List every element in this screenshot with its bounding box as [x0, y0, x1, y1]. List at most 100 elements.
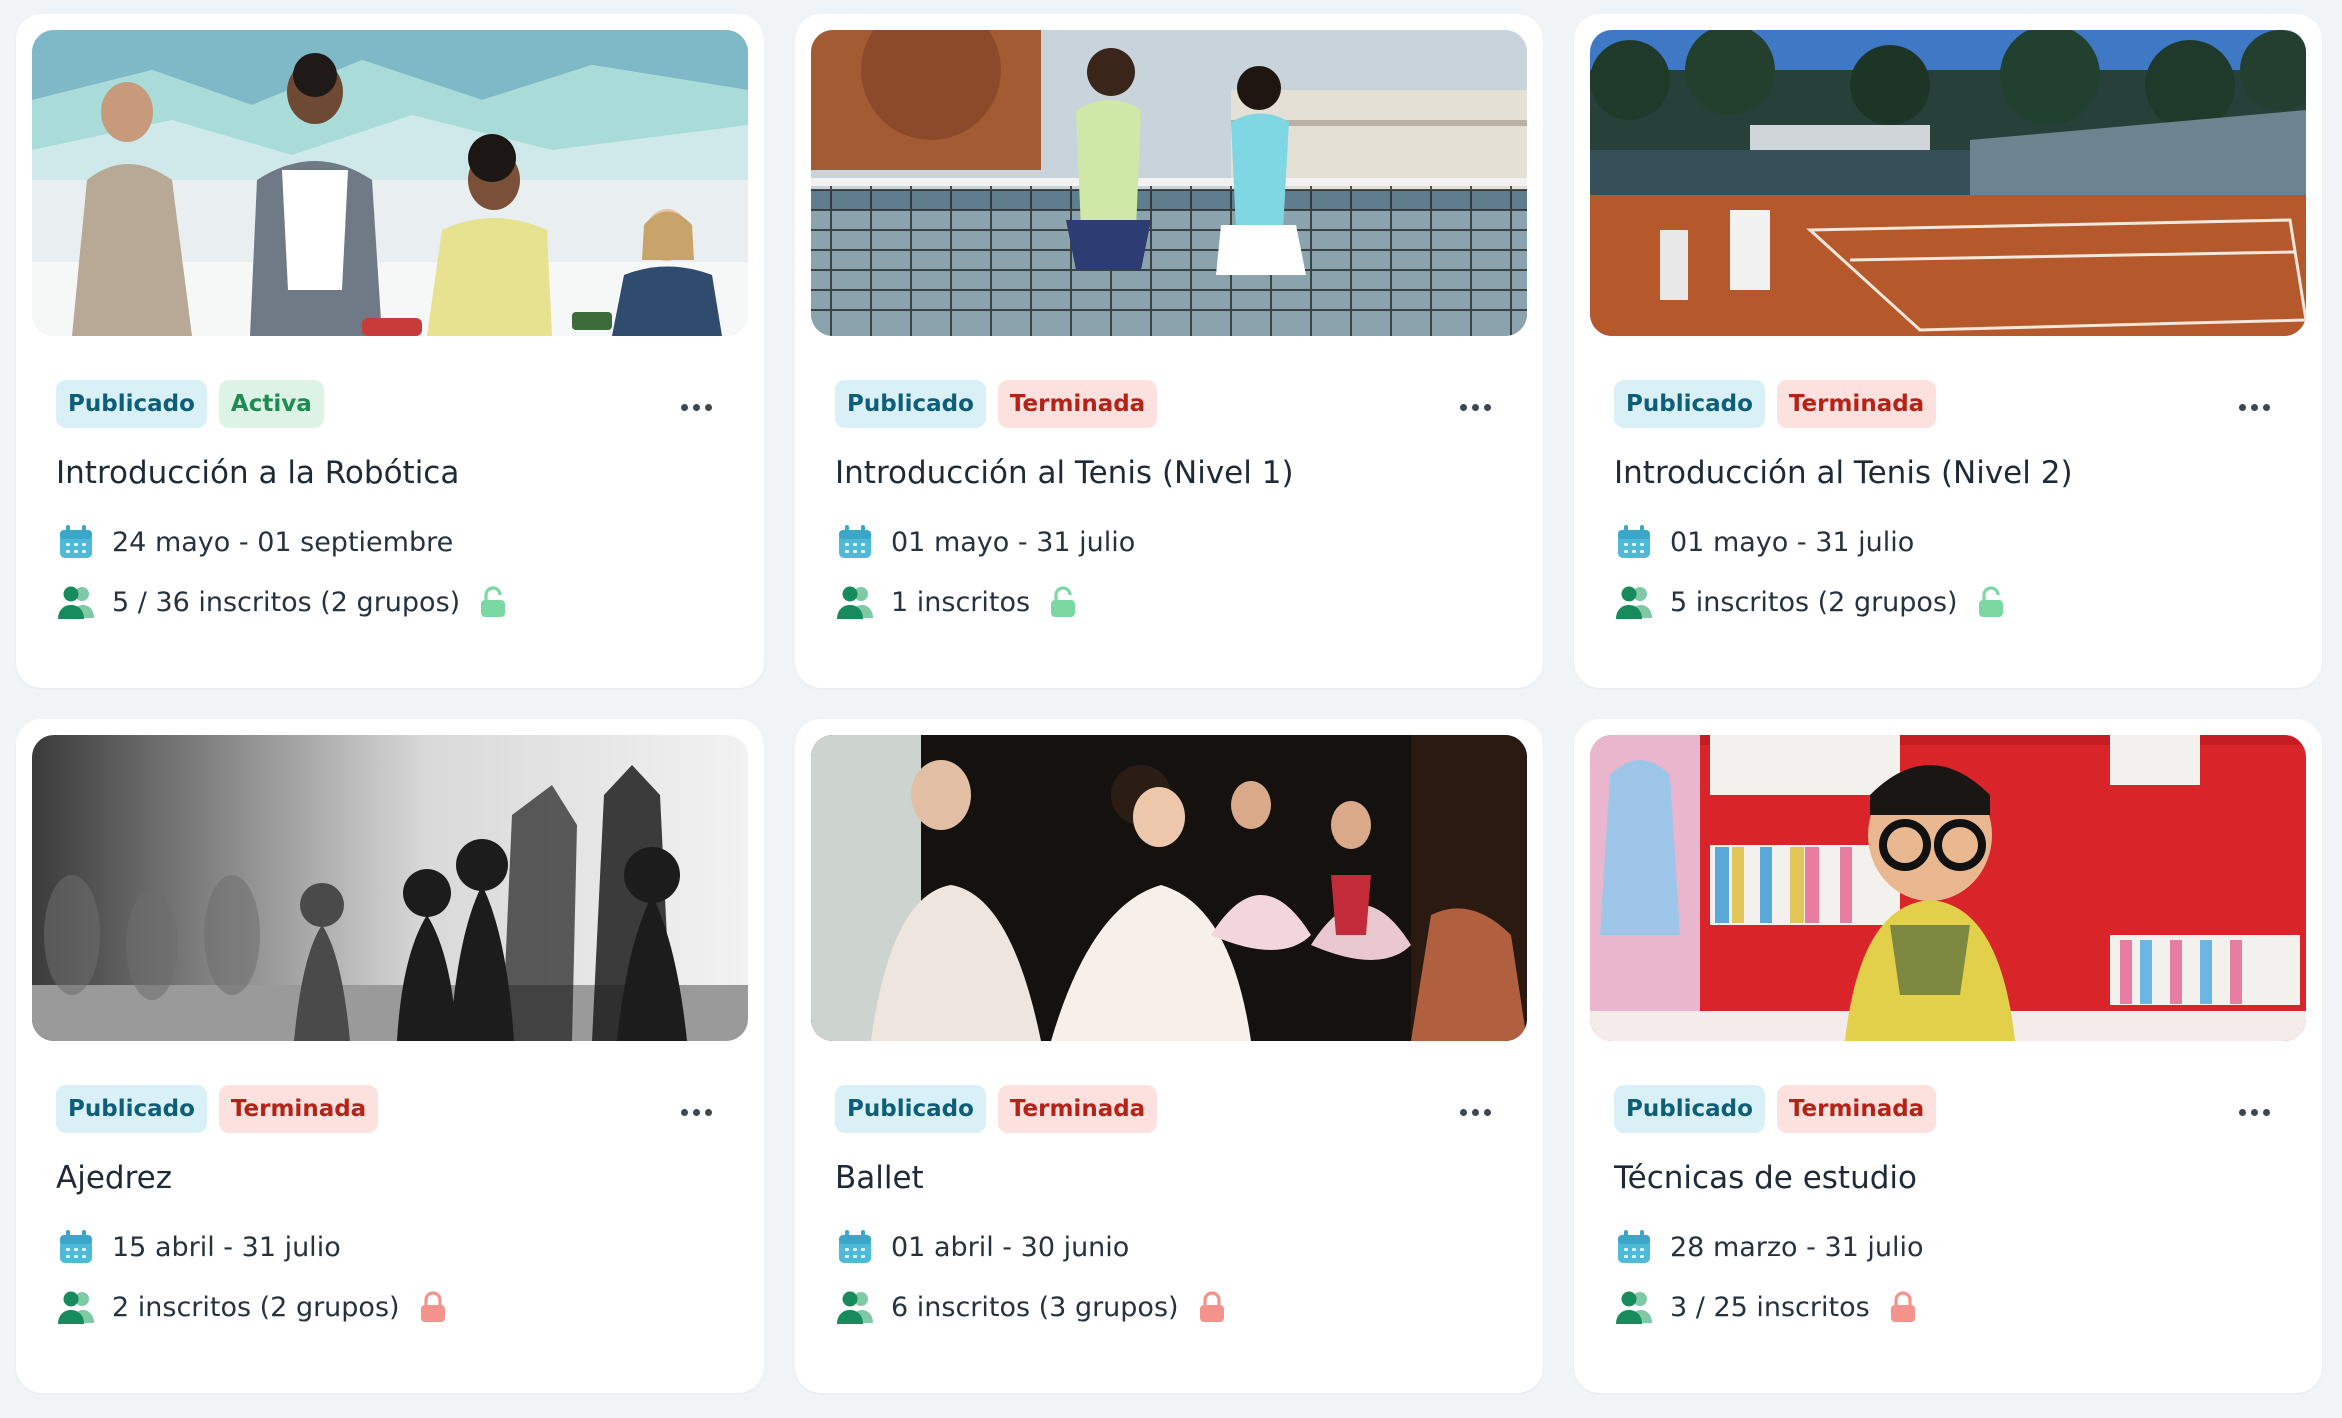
badge-group: Publicado Terminada — [1614, 1085, 1937, 1133]
dot-icon — [704, 1108, 712, 1116]
badge-group: Publicado Terminada — [56, 1085, 379, 1133]
users-icon — [837, 1291, 873, 1324]
dot-icon — [2262, 403, 2270, 411]
enrollment-row: 6 inscritos (3 grupos) — [835, 1287, 1227, 1327]
dot-icon — [1471, 1108, 1479, 1116]
enrollment-row: 5 / 36 inscritos (2 grupos) — [56, 582, 508, 622]
dot-icon — [680, 1108, 688, 1116]
status-badge: Publicado — [56, 380, 207, 428]
course-card-6[interactable]: Publicado Terminada Técnicas de estudio … — [1574, 719, 2322, 1393]
users-icon — [58, 1291, 94, 1324]
status-badge: Publicado — [56, 1085, 207, 1133]
dot-icon — [1459, 1108, 1467, 1116]
dot-icon — [1459, 403, 1467, 411]
date-row: 01 abril - 30 junio — [835, 1227, 1129, 1267]
course-card-3[interactable]: Publicado Terminada Introducción al Teni… — [1574, 14, 2322, 688]
enrollment-row: 5 inscritos (2 grupos) — [1614, 582, 2006, 622]
dot-icon — [1471, 403, 1479, 411]
badge-group: Publicado Terminada — [835, 380, 1158, 428]
badge-group: Publicado Activa — [56, 380, 324, 428]
clay-tennis-court-photo — [1590, 30, 2306, 336]
more-options-button[interactable] — [1447, 1097, 1503, 1127]
enrollment-count: 5 inscritos (2 grupos) — [1670, 586, 1958, 618]
course-dates: 01 mayo - 31 julio — [1670, 526, 1915, 558]
lock-open-icon — [1978, 586, 2003, 617]
course-card-1[interactable]: Publicado Activa Introducción a la Robót… — [16, 14, 764, 688]
calendar-icon — [1618, 1230, 1650, 1263]
date-row: 01 mayo - 31 julio — [1614, 522, 1914, 562]
dot-icon — [704, 403, 712, 411]
enrollment-row: 3 / 25 inscritos — [1614, 1287, 1918, 1327]
state-badge: Terminada — [997, 380, 1158, 428]
enrollment-count: 2 inscritos (2 grupos) — [112, 1291, 400, 1323]
lock-closed-icon — [1199, 1291, 1224, 1322]
dot-icon — [2238, 403, 2246, 411]
users-icon — [58, 586, 94, 619]
enrollment-count: 1 inscritos — [891, 586, 1031, 618]
users-icon — [1616, 1291, 1652, 1324]
course-title[interactable]: Técnicas de estudio — [1614, 1160, 1917, 1196]
dot-icon — [2250, 403, 2258, 411]
course-title[interactable]: Introducción al Tenis (Nivel 1) — [835, 455, 1294, 491]
calendar-icon — [60, 1230, 92, 1263]
course-dates: 01 abril - 30 junio — [891, 1231, 1130, 1263]
dot-icon — [1483, 1108, 1491, 1116]
users-icon — [1616, 586, 1652, 619]
lock-closed-icon — [420, 1291, 445, 1322]
lock-open-icon — [481, 586, 506, 617]
course-dates: 01 mayo - 31 julio — [891, 526, 1136, 558]
calendar-icon — [1618, 525, 1650, 558]
status-badge: Publicado — [1614, 380, 1765, 428]
date-row: 15 abril - 31 julio — [56, 1227, 341, 1267]
course-card-5[interactable]: Publicado Terminada Ballet 01 abril - 30… — [795, 719, 1543, 1393]
enrollment-row: 2 inscritos (2 grupos) — [56, 1287, 448, 1327]
tennis-girls-net-photo — [811, 30, 1527, 336]
calendar-icon — [839, 1230, 871, 1263]
course-card-4[interactable]: Publicado Terminada Ajedrez 15 abril - 3… — [16, 719, 764, 1393]
more-options-button[interactable] — [668, 392, 724, 422]
course-title[interactable]: Ajedrez — [56, 1160, 172, 1196]
enrollment-count: 5 / 36 inscritos (2 grupos) — [112, 586, 461, 618]
dot-icon — [680, 403, 688, 411]
enrollment-count: 3 / 25 inscritos — [1670, 1291, 1870, 1323]
state-badge: Terminada — [218, 1085, 379, 1133]
state-badge: Terminada — [997, 1085, 1158, 1133]
robotics-kids-photo — [32, 30, 748, 336]
calendar-icon — [839, 525, 871, 558]
calendar-icon — [60, 525, 92, 558]
enrollment-count: 6 inscritos (3 grupos) — [891, 1291, 1179, 1323]
dot-icon — [2238, 1108, 2246, 1116]
course-dates: 28 marzo - 31 julio — [1670, 1231, 1924, 1263]
chess-pieces-photo — [32, 735, 748, 1041]
course-dates: 24 mayo - 01 septiembre — [112, 526, 454, 558]
badge-group: Publicado Terminada — [1614, 380, 1937, 428]
status-badge: Publicado — [1614, 1085, 1765, 1133]
course-title[interactable]: Introducción al Tenis (Nivel 2) — [1614, 455, 2073, 491]
more-options-button[interactable] — [2226, 1097, 2282, 1127]
date-row: 01 mayo - 31 julio — [835, 522, 1135, 562]
state-badge: Terminada — [1776, 1085, 1937, 1133]
dot-icon — [692, 1108, 700, 1116]
more-options-button[interactable] — [1447, 392, 1503, 422]
more-options-button[interactable] — [2226, 392, 2282, 422]
enrollment-row: 1 inscritos — [835, 582, 1078, 622]
lock-closed-icon — [1890, 1291, 1915, 1322]
dot-icon — [1483, 403, 1491, 411]
dot-icon — [2250, 1108, 2258, 1116]
status-badge: Publicado — [835, 380, 986, 428]
date-row: 24 mayo - 01 septiembre — [56, 522, 453, 562]
state-badge: Activa — [218, 380, 324, 428]
badge-group: Publicado Terminada — [835, 1085, 1158, 1133]
course-grid: Publicado Activa Introducción a la Robót… — [16, 14, 2322, 1393]
course-title[interactable]: Introducción a la Robótica — [56, 455, 459, 491]
course-dates: 15 abril - 31 julio — [112, 1231, 341, 1263]
date-row: 28 marzo - 31 julio — [1614, 1227, 1924, 1267]
state-badge: Terminada — [1776, 380, 1937, 428]
more-options-button[interactable] — [668, 1097, 724, 1127]
course-title[interactable]: Ballet — [835, 1160, 924, 1196]
dot-icon — [2262, 1108, 2270, 1116]
boy-glasses-bookshelf-photo — [1590, 735, 2306, 1041]
course-card-2[interactable]: Publicado Terminada Introducción al Teni… — [795, 14, 1543, 688]
status-badge: Publicado — [835, 1085, 986, 1133]
users-icon — [837, 586, 873, 619]
